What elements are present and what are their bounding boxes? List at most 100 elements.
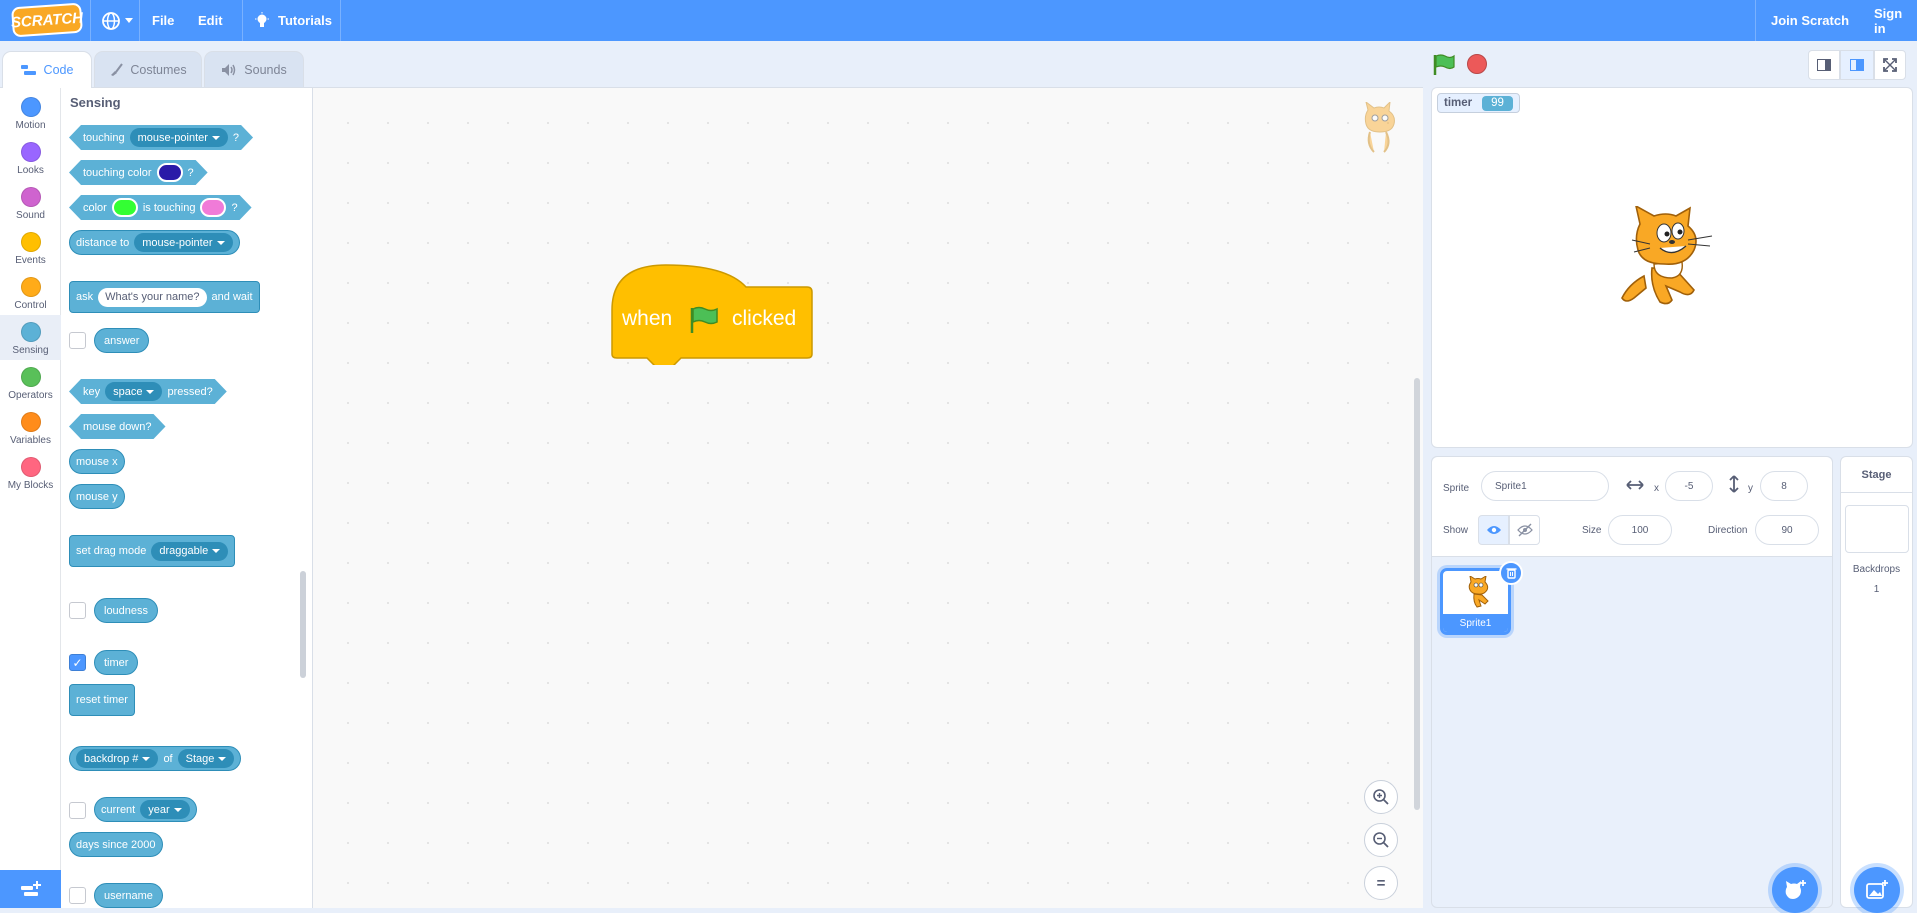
loudness-block[interactable]: loudness xyxy=(94,598,159,623)
loudness-checkbox[interactable] xyxy=(69,602,86,619)
mouse-x-block[interactable]: mouse x xyxy=(69,449,125,474)
green-flag-button[interactable] xyxy=(1432,54,1456,81)
x-position-input[interactable]: -5 xyxy=(1665,471,1713,501)
username-block[interactable]: username xyxy=(94,883,163,908)
answer-checkbox[interactable] xyxy=(69,332,86,349)
drag-mode-dropdown[interactable]: draggable xyxy=(151,541,229,561)
timer-block[interactable]: timer xyxy=(94,650,139,675)
backdrop-thumbnail[interactable] xyxy=(1845,505,1909,553)
answer-block[interactable]: answer xyxy=(94,328,150,353)
when-flag-clicked-block[interactable]: when clicked xyxy=(611,262,814,365)
tab-sounds[interactable]: Sounds xyxy=(204,51,304,87)
set-drag-mode-block[interactable]: set drag mode draggable xyxy=(69,535,236,567)
show-sprite-button[interactable] xyxy=(1478,515,1509,545)
block-text: mouse y xyxy=(76,490,118,503)
timer-monitor[interactable]: timer 99 xyxy=(1437,93,1520,113)
dropdown-value: Stage xyxy=(185,752,215,765)
touching-color-block[interactable]: touching color ? xyxy=(69,160,208,185)
size-input[interactable]: 100 xyxy=(1608,515,1672,545)
show-label: Show xyxy=(1443,525,1469,536)
color-swatch[interactable] xyxy=(157,163,183,182)
ask-input[interactable]: What's your name? xyxy=(98,287,207,307)
current-year-block[interactable]: current year xyxy=(94,797,197,822)
file-menu[interactable]: File xyxy=(152,0,174,41)
palette-scrollbar[interactable] xyxy=(300,571,306,678)
small-stage-button[interactable] xyxy=(1808,50,1840,80)
category-operators[interactable]: Operators xyxy=(0,360,61,405)
category-label: Sensing xyxy=(12,345,49,356)
distance-dropdown[interactable]: mouse-pointer xyxy=(134,233,233,252)
category-variables[interactable]: Variables xyxy=(0,405,61,450)
backdrop-of-stage-block[interactable]: backdrop # of Stage xyxy=(69,746,242,771)
distance-to-block[interactable]: distance to mouse-pointer xyxy=(69,230,240,255)
sign-in-link[interactable]: Sign in xyxy=(1874,0,1917,41)
color-swatch[interactable] xyxy=(200,198,226,217)
sprite-name-input[interactable]: Sprite1 xyxy=(1481,471,1609,501)
key-dropdown[interactable]: space xyxy=(105,382,162,401)
x-arrows-icon xyxy=(1626,479,1644,494)
category-label: Sound xyxy=(16,210,45,221)
block-text: touching color xyxy=(83,166,152,179)
motion-dot-icon xyxy=(20,97,41,117)
scratch-logo[interactable]: SCRATCH xyxy=(10,2,84,38)
choose-sprite-button[interactable] xyxy=(1772,867,1818,913)
touching-dropdown[interactable]: mouse-pointer xyxy=(130,128,228,147)
zoom-in-button[interactable] xyxy=(1364,780,1398,814)
zoom-reset-button[interactable]: = xyxy=(1364,866,1398,900)
fullscreen-button[interactable] xyxy=(1874,50,1906,80)
sensing-dot-icon xyxy=(20,322,41,342)
category-control[interactable]: Control xyxy=(0,270,61,315)
mouse-down-block[interactable]: mouse down? xyxy=(69,414,166,439)
category-sensing[interactable]: Sensing xyxy=(0,315,61,360)
tutorials-button[interactable]: Tutorials xyxy=(254,0,332,41)
brush-icon xyxy=(109,62,124,77)
block-text: mouse x xyxy=(76,455,118,468)
code-workspace[interactable]: = xyxy=(313,87,1423,908)
key-pressed-block[interactable]: key space pressed? xyxy=(69,379,227,404)
ask-and-wait-block[interactable]: ask What's your name? and wait xyxy=(69,281,260,313)
eye-slash-icon xyxy=(1516,523,1533,537)
category-my-blocks[interactable]: My Blocks xyxy=(0,450,61,495)
language-menu[interactable] xyxy=(101,0,133,41)
category-events[interactable]: Events xyxy=(0,225,61,270)
cat-sprite[interactable] xyxy=(1614,204,1714,315)
edit-menu[interactable]: Edit xyxy=(198,0,223,41)
sprite-name-label: Sprite xyxy=(1443,483,1470,494)
days-since-2000-block[interactable]: days since 2000 xyxy=(69,832,163,857)
color-swatch[interactable] xyxy=(112,198,138,217)
workspace-scrollbar[interactable] xyxy=(1414,378,1420,810)
tab-costumes[interactable]: Costumes xyxy=(94,51,202,87)
hide-sprite-button[interactable] xyxy=(1509,515,1540,545)
reset-timer-block[interactable]: reset timer xyxy=(69,684,135,716)
join-scratch-link[interactable]: Join Scratch xyxy=(1771,0,1849,41)
category-sound[interactable]: Sound xyxy=(0,180,61,225)
stage-canvas[interactable]: timer 99 xyxy=(1431,87,1913,448)
backdrops-count: 1 xyxy=(1873,584,1880,595)
normal-stage-button[interactable] xyxy=(1840,50,1874,80)
delete-sprite-button[interactable] xyxy=(1499,561,1523,585)
tab-code[interactable]: Code xyxy=(2,51,92,88)
operators-dot-icon xyxy=(20,367,41,387)
username-checkbox[interactable] xyxy=(69,887,86,904)
stop-button[interactable] xyxy=(1467,54,1487,74)
object-dropdown[interactable]: Stage xyxy=(177,749,235,768)
block-text: set drag mode xyxy=(76,545,147,557)
category-motion[interactable]: Motion xyxy=(0,90,61,135)
choose-backdrop-button[interactable] xyxy=(1854,867,1900,913)
stage-header xyxy=(1430,41,1917,87)
current-dropdown[interactable]: year xyxy=(140,800,190,819)
y-position-input[interactable]: 8 xyxy=(1760,471,1808,501)
touching-block[interactable]: touching mouse-pointer ? xyxy=(69,125,253,150)
block-text: key xyxy=(83,385,101,398)
zoom-out-button[interactable] xyxy=(1364,823,1398,857)
category-looks[interactable]: Looks xyxy=(0,135,61,180)
color-touching-color-block[interactable]: color is touching ? xyxy=(69,195,252,220)
add-extension-button[interactable] xyxy=(0,870,61,908)
stage-target-pane[interactable]: Stage Backdrops 1 xyxy=(1840,456,1913,913)
mouse-y-block[interactable]: mouse y xyxy=(69,484,125,509)
current-checkbox[interactable] xyxy=(69,802,86,819)
attribute-dropdown[interactable]: backdrop # xyxy=(76,749,159,768)
globe-icon xyxy=(101,11,121,31)
timer-checkbox[interactable]: ✓ xyxy=(69,654,86,671)
direction-input[interactable]: 90 xyxy=(1755,515,1819,545)
